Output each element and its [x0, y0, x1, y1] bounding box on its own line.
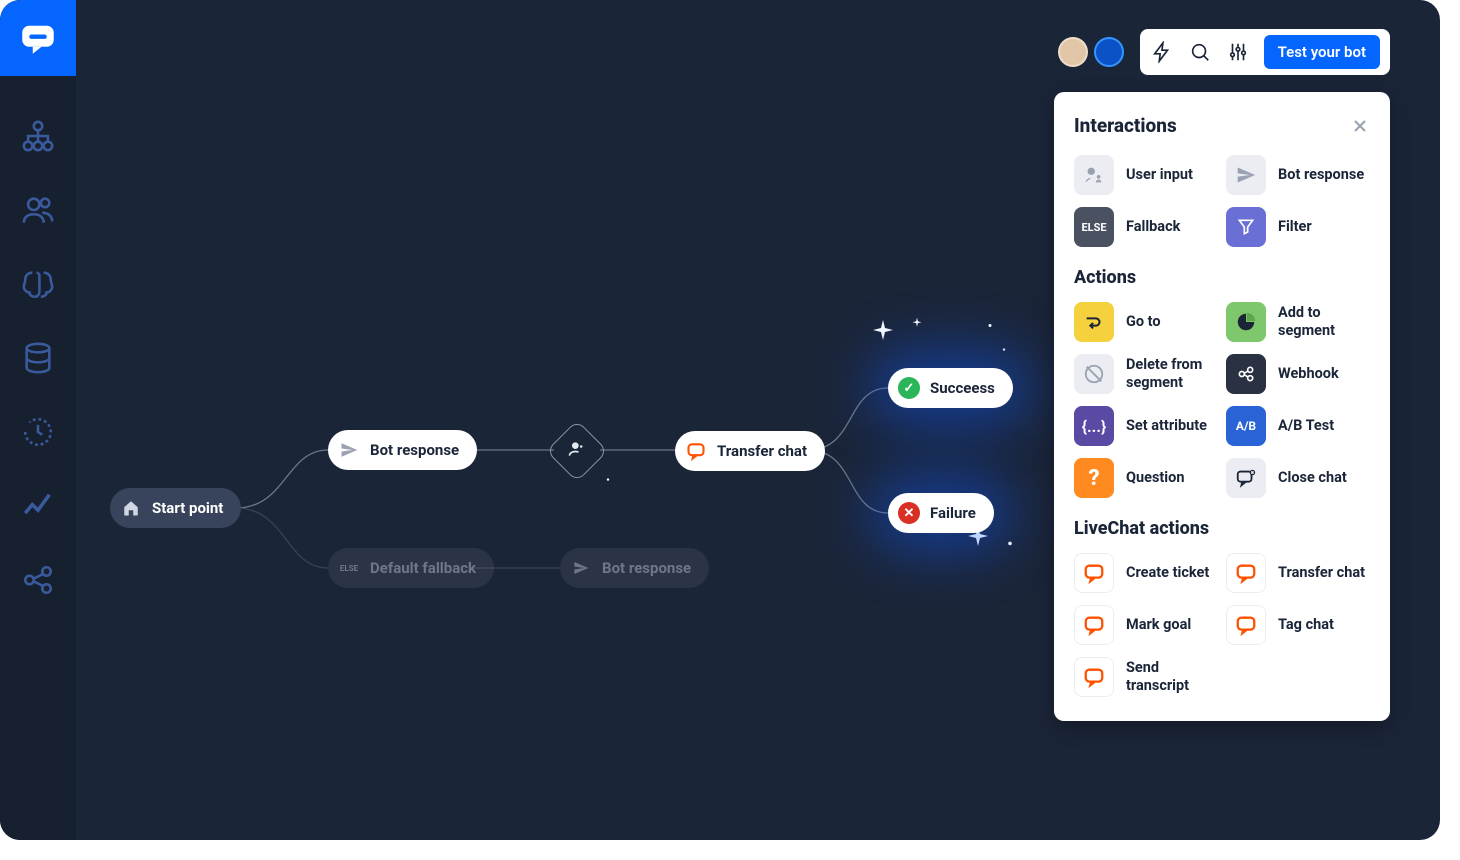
item-label: Fallback: [1126, 218, 1180, 236]
panel-item-goto[interactable]: Go to: [1074, 302, 1218, 342]
panel-item-bot-response[interactable]: Bot response: [1226, 155, 1370, 195]
panel-item-close-chat[interactable]: Close chat: [1226, 458, 1370, 498]
node-label: Bot response: [370, 441, 459, 459]
panel-item-filter[interactable]: Filter: [1226, 207, 1370, 247]
livechat-icon: [1074, 553, 1114, 593]
panel-item-create-ticket[interactable]: Create ticket: [1074, 553, 1218, 593]
panel-item-delete-segment[interactable]: Delete from segment: [1074, 354, 1218, 394]
node-label: Bot response: [602, 559, 691, 577]
nav-brain-icon[interactable]: [18, 264, 58, 304]
braces-icon: {...}: [1074, 406, 1114, 446]
flow-node-failure[interactable]: ✕ Failure: [888, 493, 994, 533]
sidebar: [0, 0, 76, 840]
question-icon: ?: [1074, 458, 1114, 498]
x-circle-icon: ✕: [898, 502, 920, 524]
panel-item-user-input[interactable]: User input: [1074, 155, 1218, 195]
item-label: Close chat: [1278, 469, 1347, 487]
sparkle-dot: [1002, 347, 1007, 353]
home-icon: [120, 497, 142, 519]
item-label: Transfer chat: [1278, 564, 1365, 582]
sparkle-dot: [987, 323, 993, 330]
panel-item-tag-chat[interactable]: Tag chat: [1226, 605, 1370, 645]
node-label: Failure: [930, 504, 976, 522]
check-circle-icon: ✓: [898, 377, 920, 399]
goto-icon: [1074, 302, 1114, 342]
item-label: Create ticket: [1126, 564, 1209, 582]
send-icon: [338, 439, 360, 461]
item-label: Webhook: [1278, 365, 1339, 383]
nav-tree-icon[interactable]: [18, 116, 58, 156]
item-label: Delete from segment: [1126, 356, 1218, 392]
nav-users-icon[interactable]: [18, 190, 58, 230]
section-actions-title: Actions: [1074, 267, 1370, 288]
else-badge-icon: ELSE: [338, 557, 360, 579]
webhook-icon: [1226, 354, 1266, 394]
panel-item-webhook[interactable]: Webhook: [1226, 354, 1370, 394]
send-icon: [1226, 155, 1266, 195]
sparkle-icon: [871, 320, 895, 348]
else-icon: ELSE: [1074, 207, 1114, 247]
sparkle-dot: [1006, 540, 1013, 548]
panel-item-send-transcript[interactable]: Send transcript: [1074, 657, 1218, 697]
nav-database-icon[interactable]: [18, 338, 58, 378]
flow-node-fallback[interactable]: ELSE Default fallback: [328, 548, 494, 588]
item-label: Mark goal: [1126, 616, 1191, 634]
send-icon: [570, 557, 592, 579]
sparkle-icon: [912, 318, 923, 331]
livechat-icon: [1074, 657, 1114, 697]
flow-node-bot-response[interactable]: Bot response: [328, 430, 477, 470]
node-label: Default fallback: [370, 559, 476, 577]
panel-title: Interactions: [1074, 114, 1177, 137]
flow-node-transfer-chat[interactable]: Transfer chat: [675, 431, 825, 471]
panel-item-fallback[interactable]: ELSE Fallback: [1074, 207, 1218, 247]
item-label: Question: [1126, 469, 1184, 487]
close-chat-icon: [1226, 458, 1266, 498]
section-livechat-title: LiveChat actions: [1074, 518, 1370, 539]
ab-test-icon: A/B: [1226, 406, 1266, 446]
pie-icon: [1226, 302, 1266, 342]
user-check-icon: [567, 439, 587, 463]
nav-integrations-icon[interactable]: [18, 560, 58, 600]
item-label: Add to segment: [1278, 304, 1370, 340]
panel-item-question[interactable]: ? Question: [1074, 458, 1218, 498]
flow-node-success[interactable]: ✓ Succeess: [888, 368, 1013, 408]
flow-node-bot-response-dim[interactable]: Bot response: [560, 548, 709, 588]
node-label: Transfer chat: [717, 442, 807, 460]
item-label: Set attribute: [1126, 417, 1207, 435]
panel-item-transfer-chat[interactable]: Transfer chat: [1226, 553, 1370, 593]
panel-item-add-segment[interactable]: Add to segment: [1226, 302, 1370, 342]
panel-item-ab-test[interactable]: A/B A/B Test: [1226, 406, 1370, 446]
chat-icon: [685, 440, 707, 462]
node-label: Start point: [152, 499, 223, 517]
livechat-icon: [1226, 553, 1266, 593]
livechat-icon: [1074, 605, 1114, 645]
nav-history-icon[interactable]: [18, 412, 58, 452]
interactions-panel: Interactions User input Bot response ELS…: [1054, 92, 1390, 721]
flow-node-condition[interactable]: [555, 429, 599, 473]
panel-item-mark-goal[interactable]: Mark goal: [1074, 605, 1218, 645]
item-label: Go to: [1126, 313, 1161, 331]
node-label: Succeess: [930, 379, 995, 397]
delete-segment-icon: [1074, 354, 1114, 394]
item-label: A/B Test: [1278, 417, 1334, 435]
close-icon[interactable]: [1350, 116, 1370, 136]
flow-node-start[interactable]: Start point: [110, 488, 241, 528]
item-label: User input: [1126, 166, 1193, 184]
user-input-icon: [1074, 155, 1114, 195]
nav-analytics-icon[interactable]: [18, 486, 58, 526]
item-label: Tag chat: [1278, 616, 1334, 634]
app-logo[interactable]: [0, 0, 76, 76]
panel-item-set-attribute[interactable]: {...} Set attribute: [1074, 406, 1218, 446]
item-label: Bot response: [1278, 166, 1364, 184]
item-label: Send transcript: [1126, 659, 1218, 695]
sparkle-dot: [606, 477, 611, 483]
filter-icon: [1226, 207, 1266, 247]
livechat-icon: [1226, 605, 1266, 645]
item-label: Filter: [1278, 218, 1312, 236]
